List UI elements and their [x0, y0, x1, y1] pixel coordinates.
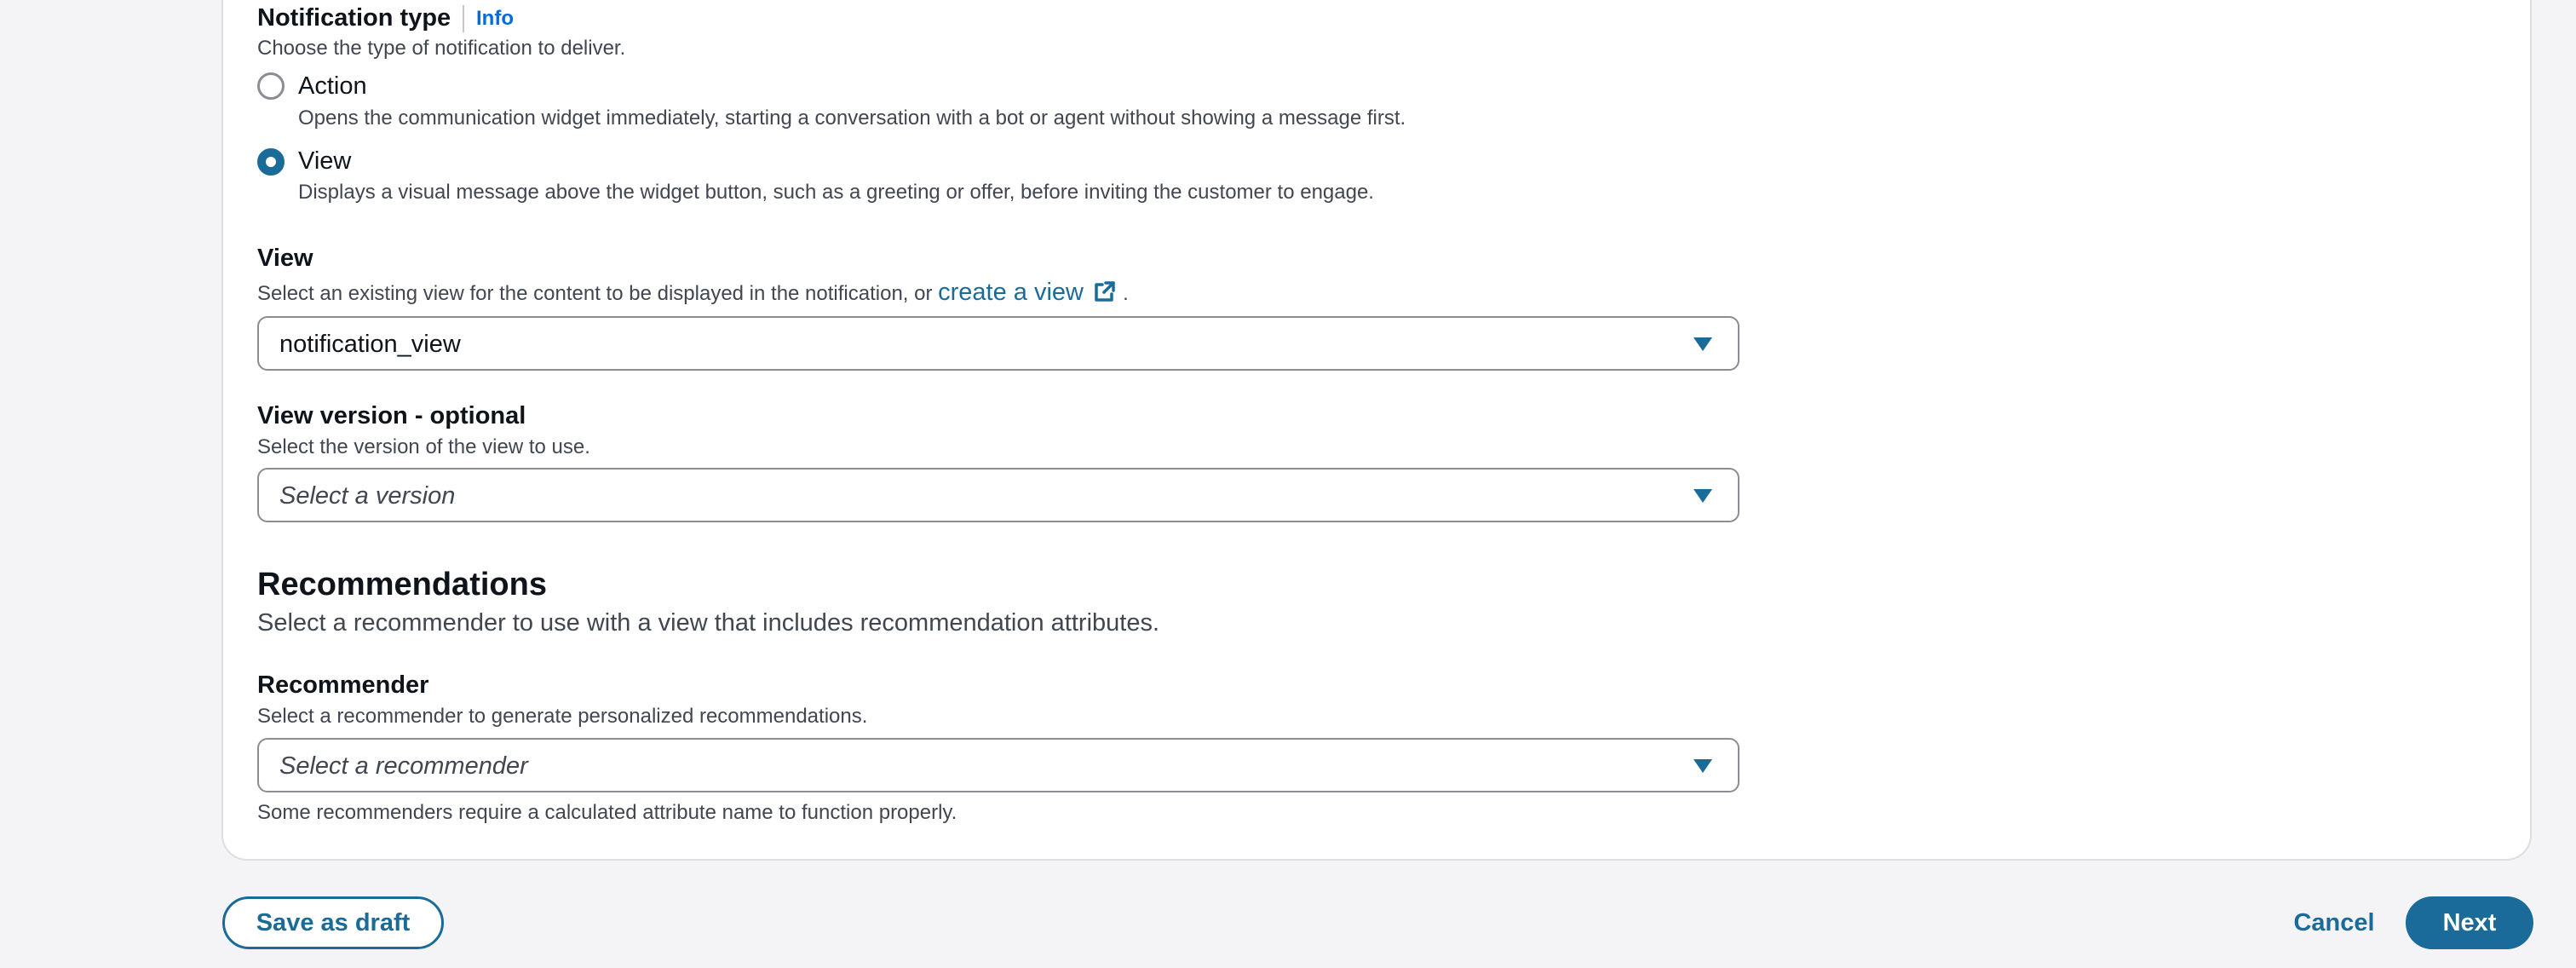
caret-down-icon [1693, 759, 1712, 773]
view-version-select[interactable]: Select a version [257, 468, 1739, 522]
create-view-link[interactable]: create a view [938, 279, 1123, 306]
external-link-icon [1095, 281, 1115, 302]
recommender-label: Recommender [257, 671, 429, 699]
info-link[interactable]: Info [476, 6, 514, 32]
radio-view-description: Displays a visual message above the widg… [298, 181, 1374, 204]
caret-down-icon [1693, 337, 1712, 351]
notification-type-description: Choose the type of notification to deliv… [257, 37, 626, 60]
radio-action[interactable] [257, 72, 285, 100]
view-description: Select an existing view for the content … [257, 279, 1129, 307]
cancel-button[interactable]: Cancel [2266, 896, 2402, 949]
next-button[interactable]: Next [2406, 896, 2533, 949]
save-as-draft-button[interactable]: Save as draft [222, 896, 444, 949]
view-version-description: Select the version of the view to use. [257, 435, 590, 458]
create-view-link-text[interactable]: create a view [938, 279, 1084, 306]
view-version-placeholder: Select a version [279, 482, 456, 510]
caret-down-icon [1693, 489, 1712, 503]
view-description-prefix: Select an existing view for the content … [257, 282, 933, 305]
view-description-suffix: . [1123, 282, 1129, 305]
radio-view[interactable] [257, 148, 285, 176]
radio-action-label[interactable]: Action [298, 72, 367, 101]
view-label: View [257, 245, 313, 272]
notification-type-label: Notification type [257, 4, 451, 32]
recommender-select[interactable]: Select a recommender [257, 738, 1739, 792]
view-select-value: notification_view [279, 331, 461, 358]
recommender-description: Select a recommender to generate persona… [257, 705, 868, 728]
info-divider [463, 5, 464, 32]
recommender-placeholder: Select a recommender [279, 752, 528, 780]
view-version-label: View version - optional [257, 402, 526, 429]
radio-action-description: Opens the communication widget immediate… [298, 107, 1406, 130]
recommender-constraint-text: Some recommenders require a calculated a… [257, 801, 957, 824]
radio-view-label[interactable]: View [298, 147, 351, 176]
recommendations-description: Select a recommender to use with a view … [257, 609, 1160, 637]
view-select[interactable]: notification_view [257, 316, 1739, 371]
recommendations-heading: Recommendations [257, 567, 547, 602]
